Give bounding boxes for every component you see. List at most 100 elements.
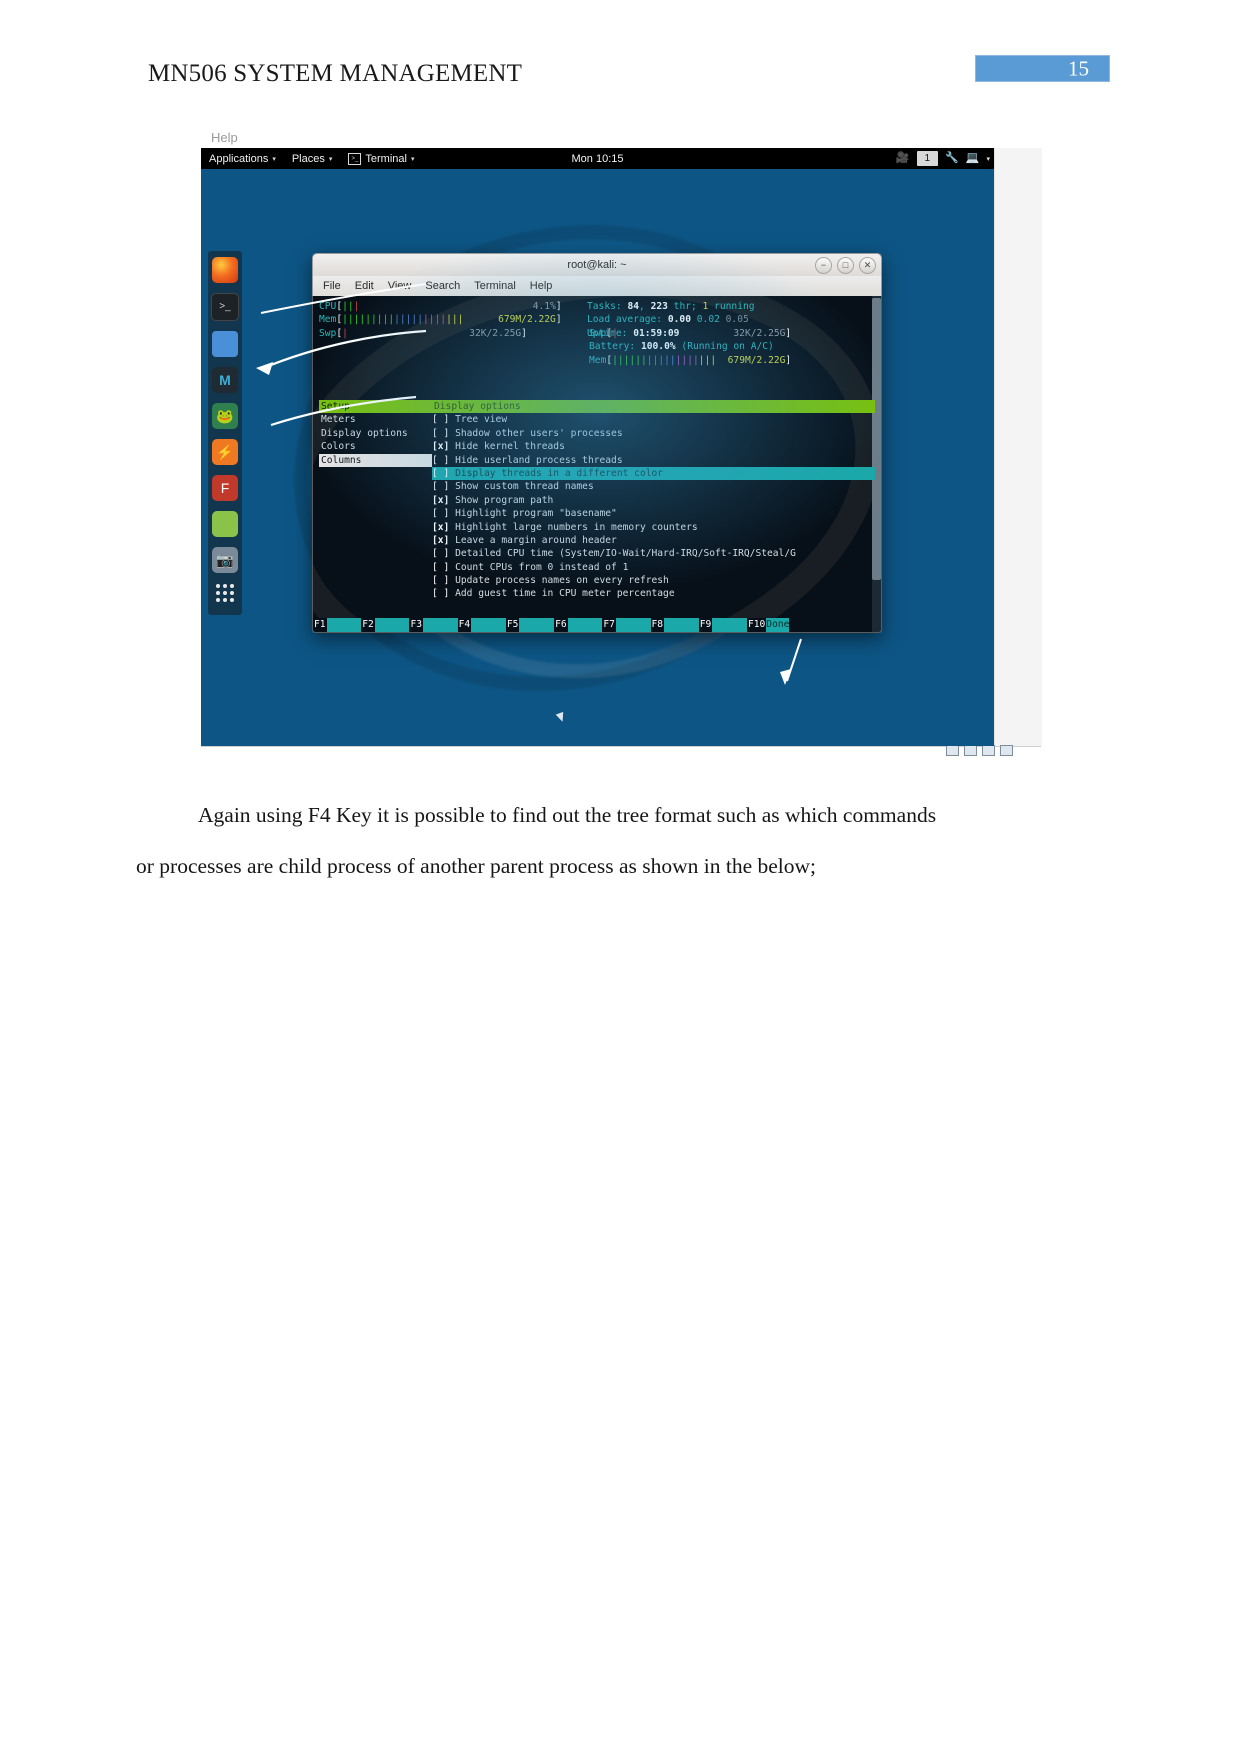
fkey-f2-label[interactable]: [374, 618, 410, 632]
chevron-down-icon[interactable]: ▾: [986, 155, 990, 163]
chevron-down-icon: ▾: [328, 155, 333, 163]
fkey-f10-num[interactable]: F10: [746, 618, 767, 632]
option-update-process-names[interactable]: [ ] Update process names on every refres…: [432, 574, 875, 587]
minimize-icon[interactable]: −: [815, 257, 832, 274]
option-show-custom-thread-names[interactable]: [ ] Show custom thread names: [432, 480, 875, 493]
option-highlight-large-numbers[interactable]: [x] Highlight large numbers in memory co…: [432, 521, 875, 534]
menu-item-search[interactable]: Search: [425, 280, 460, 292]
menu-applications[interactable]: Applications ▾: [201, 148, 284, 169]
fkey-f2-num[interactable]: F2: [361, 618, 375, 632]
fkey-f1-label[interactable]: [326, 618, 362, 632]
window-controls: − □ ✕: [815, 257, 876, 274]
option-tree-view[interactable]: [ ] Tree view: [432, 413, 875, 426]
option-shadow-other-users[interactable]: [ ] Shadow other users' processes: [432, 427, 875, 440]
setup-item-meters[interactable]: Meters: [319, 413, 432, 426]
dock-item-firefox[interactable]: [212, 257, 238, 283]
fkey-f8-num[interactable]: F8: [650, 618, 665, 632]
menu-places[interactable]: Places ▾: [284, 148, 341, 169]
status-icon-3: [982, 745, 995, 756]
terminal-window[interactable]: root@kali: ~ − □ ✕ File Edit View Search…: [312, 253, 882, 633]
option-label: Highlight large numbers in memory counte…: [455, 521, 698, 533]
fkey-f1-num[interactable]: F1: [313, 618, 327, 632]
fkey-f4-num[interactable]: F4: [457, 618, 472, 632]
tool-icon[interactable]: 🔧: [945, 153, 959, 164]
terminal-icon: >_: [348, 152, 362, 165]
fkey-f5-label[interactable]: [519, 618, 555, 632]
setup-item-display-options[interactable]: Display options: [319, 427, 432, 440]
dock-item-terminal[interactable]: >_: [211, 293, 239, 321]
option-count-cpus-from-zero[interactable]: [ ] Count CPUs from 0 instead of 1: [432, 561, 875, 574]
dock-item-metasploit[interactable]: M: [212, 367, 238, 393]
fkey-f7-label[interactable]: [615, 618, 651, 632]
workspace-indicator[interactable]: 1: [916, 151, 939, 166]
setup-item-columns[interactable]: Columns: [319, 453, 432, 467]
maximize-icon[interactable]: □: [837, 257, 854, 274]
desktop-canvas: Applications ▾ Places ▾ >_ Terminal ▾ Mo…: [201, 148, 994, 746]
htop-setup-panel: Setup Meters Display options Colors Colu…: [319, 400, 875, 601]
option-hide-kernel-threads[interactable]: [x] Hide kernel threads: [432, 440, 875, 453]
dock-item-notes[interactable]: [212, 511, 238, 537]
dock-item-burpsuite[interactable]: ⚡: [212, 439, 238, 465]
htop-function-keys: F1 F2 F3 F4 F5 F6 F7 F8 F9 F10 Done: [313, 618, 874, 632]
fkey-f6-label[interactable]: [567, 618, 603, 632]
menu-item-view[interactable]: View: [388, 280, 412, 292]
fkey-f9-num[interactable]: F9: [698, 618, 713, 632]
option-hide-userland-threads[interactable]: [ ] Hide userland process threads: [432, 454, 875, 467]
option-label: Count CPUs from 0 instead of 1: [455, 561, 629, 573]
fkey-f6-num[interactable]: F6: [554, 618, 568, 632]
menu-applications-label: Applications: [209, 152, 269, 165]
screenshot-bottom-bar: [201, 746, 1041, 754]
fkey-f8-label[interactable]: [664, 618, 699, 632]
dock-item-dragon[interactable]: 🐸: [212, 403, 238, 429]
menu-item-help[interactable]: Help: [530, 280, 553, 292]
option-show-program-path[interactable]: [x] Show program path: [432, 494, 875, 507]
dock-item-faraday[interactable]: F: [212, 475, 238, 501]
option-label: Update process names on every refresh: [455, 575, 669, 587]
setup-category-list: Setup Meters Display options Colors Colu…: [319, 400, 432, 601]
close-icon[interactable]: ✕: [859, 257, 876, 274]
option-label: Leave a margin around header: [455, 534, 617, 546]
fkey-f9-label[interactable]: [712, 618, 747, 632]
show-applications-icon[interactable]: [212, 583, 238, 609]
network-icon[interactable]: 💻: [966, 153, 980, 164]
status-icon-2: [964, 745, 977, 756]
status-icon-4: [1000, 745, 1013, 756]
menu-item-terminal[interactable]: Terminal: [474, 280, 516, 292]
fkey-f3-num[interactable]: F3: [409, 618, 423, 632]
option-leave-margin-around-header[interactable]: [x] Leave a margin around header: [432, 534, 875, 547]
option-add-guest-time[interactable]: [ ] Add guest time in CPU meter percenta…: [432, 587, 875, 600]
menu-item-file[interactable]: File: [323, 280, 341, 292]
option-label: Hide kernel threads: [455, 441, 565, 453]
fkey-f3-label[interactable]: [423, 618, 458, 632]
dock-item-screenshot[interactable]: 📷: [212, 547, 238, 573]
page-title: MN506 SYSTEM MANAGEMENT: [148, 60, 523, 87]
status-icon-1: [946, 745, 959, 756]
recorder-icon[interactable]: 🎥: [896, 153, 910, 164]
gnome-top-panel: Applications ▾ Places ▾ >_ Terminal ▾ Mo…: [201, 148, 994, 169]
terminal-body[interactable]: CPU[||| 4.1%] Mem[||||||||||||||||||||| …: [312, 296, 882, 633]
fkey-f4-label[interactable]: [471, 618, 506, 632]
option-label: Shadow other users' processes: [455, 427, 623, 439]
option-label: Tree view: [455, 414, 508, 426]
setup-header: Setup: [319, 400, 432, 414]
option-label: Highlight program "basename": [455, 508, 617, 520]
terminal-titlebar[interactable]: root@kali: ~ − □ ✕: [312, 253, 882, 276]
menu-item-edit[interactable]: Edit: [355, 280, 374, 292]
fkey-f10-label[interactable]: Done: [766, 618, 790, 632]
option-display-threads-different-color[interactable]: [ ] Display threads in a different color: [432, 466, 875, 481]
paragraph-line-1: Again using F4 Key it is possible to fin…: [198, 803, 937, 827]
terminal-window-title: root@kali: ~: [567, 259, 627, 271]
option-detailed-cpu-time[interactable]: [ ] Detailed CPU time (System/IO-Wait/Ha…: [432, 547, 875, 560]
mem-meter: Mem[||||||||||||||||||||| 679M/2.22G]: [319, 314, 562, 326]
setup-options-list: Display options [ ] Tree view [ ] Shadow…: [432, 400, 875, 601]
option-highlight-basename[interactable]: [ ] Highlight program "basename": [432, 507, 875, 520]
fkey-f5-num[interactable]: F5: [505, 618, 520, 632]
fkey-f7-num[interactable]: F7: [602, 618, 616, 632]
panel-clock[interactable]: Mon 10:15: [572, 153, 624, 165]
display-options-header: Display options: [432, 400, 875, 414]
menu-terminal[interactable]: >_ Terminal ▾: [340, 148, 422, 169]
setup-item-colors[interactable]: Colors: [319, 440, 432, 453]
document-header: MN506 SYSTEM MANAGEMENT 15: [0, 0, 1241, 110]
dock-item-files[interactable]: [212, 331, 238, 357]
battery-line: Battery: 100.0% (Running on A/C): [589, 341, 774, 353]
